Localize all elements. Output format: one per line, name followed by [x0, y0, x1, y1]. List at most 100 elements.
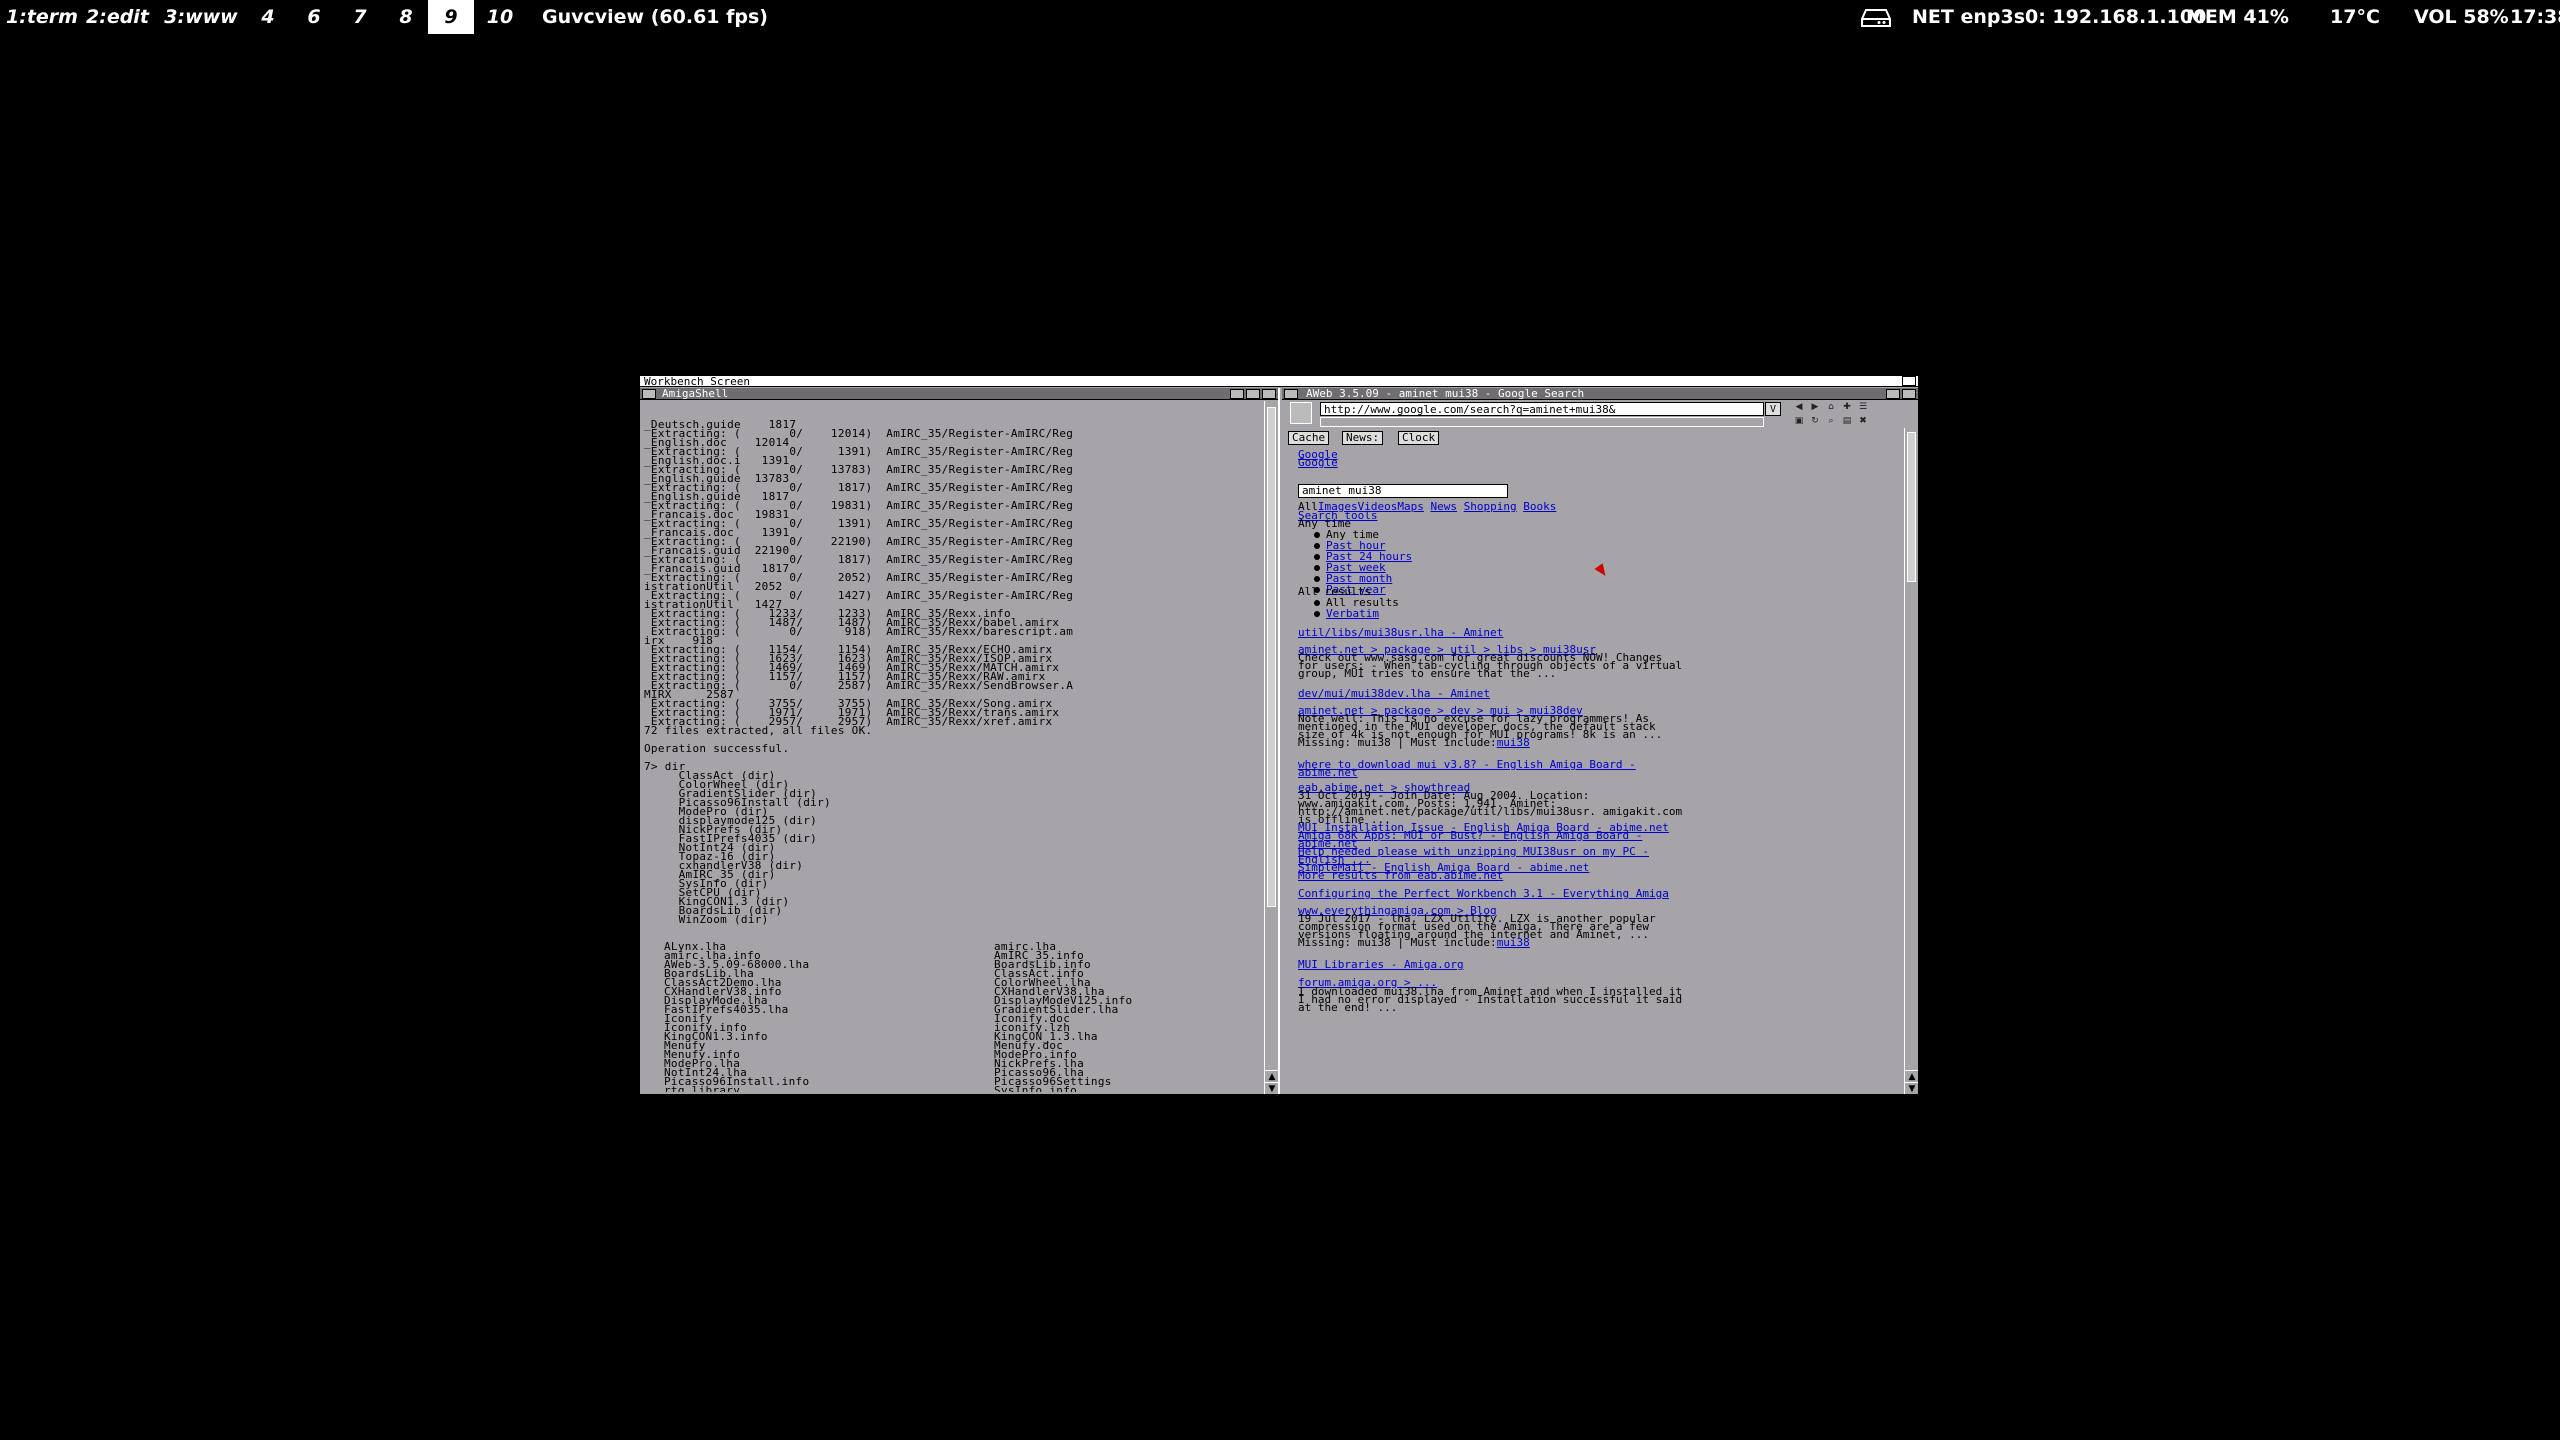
bullet-icon [1314, 611, 1320, 617]
shell-scroll-knob[interactable] [1267, 407, 1276, 907]
memory-status: MEM 41% [2186, 6, 2289, 28]
volume-status: VOL 58% [2414, 6, 2509, 28]
bullet-icon [1314, 543, 1320, 549]
result-filter-option: All results [1314, 597, 1399, 608]
shell-line: Extracting: ( 0/ 918) AmIRC_35/Rexx/bare… [644, 625, 1074, 638]
forward-icon[interactable]: ▶ [1808, 402, 1822, 412]
temperature-status: 17°C [2330, 6, 2380, 28]
shell-close-gadget[interactable] [642, 389, 656, 399]
shell-lines: _Deutsch.guide 1817 Extracting: ( 0/ 120… [644, 419, 1262, 925]
dir-listing-row: KingCON1.3.info KingCON_1.3.lha [644, 1031, 1262, 1042]
google-search-input[interactable]: aminet mui38 [1298, 484, 1508, 498]
reload-icon[interactable]: ↻ [1808, 416, 1822, 426]
result-5-snippet-3: at the end! ... [1298, 1001, 1398, 1014]
add-hotlist-icon[interactable]: ✚ [1840, 402, 1854, 412]
aweb-throbber-icon[interactable] [1290, 402, 1312, 424]
shell-depth-gadget[interactable] [1246, 389, 1260, 399]
image-toggle-icon[interactable]: ▣ [1792, 416, 1806, 426]
shell-scroll-down-arrow[interactable]: ▼ [1265, 1082, 1279, 1094]
shell-line: Operation successful. [644, 742, 790, 755]
bullet-icon [1314, 565, 1320, 571]
browser-titlebar[interactable]: AWeb 3.5.09 - aminet mui38 - Google Sear… [1282, 388, 1918, 400]
time-filter-option: Any time [1314, 529, 1379, 540]
browser-title: AWeb 3.5.09 - aminet mui38 - Google Sear… [1306, 387, 1585, 400]
time-filter-option[interactable]: Past hour [1314, 540, 1386, 551]
amiga-shell-window[interactable]: AmigaShell _Deutsch.guide 1817 Extractin… [640, 388, 1280, 1094]
result-1-title[interactable]: util/libs/mui38usr.lha - Aminet [1298, 627, 1503, 638]
workspace-10[interactable]: 10 [484, 0, 516, 34]
workspace-1-term[interactable]: 1:term [6, 0, 78, 34]
result-2-missing-text: Missing: mui38 | Must include: [1298, 736, 1497, 749]
dir-file-right: SysInfo.info [994, 1084, 1078, 1092]
result-4-title[interactable]: Configuring the Perfect Workbench 3.1 - … [1298, 888, 1669, 899]
home-icon[interactable]: ⌂ [1824, 402, 1838, 412]
workspace-2-edit[interactable]: 2:edit [86, 0, 149, 34]
url-history-dropdown[interactable]: V [1765, 402, 1781, 416]
time-filter-option[interactable]: Past week [1314, 562, 1386, 573]
status-field [1320, 417, 1764, 427]
bullet-icon [1314, 554, 1320, 560]
nav-maps[interactable]: Maps [1397, 500, 1424, 513]
result-2-title[interactable]: dev/mui/mui38dev.lha - Aminet [1298, 688, 1490, 699]
workspace-8[interactable]: 8 [392, 0, 420, 34]
result-filter-label: Verbatim [1326, 607, 1379, 620]
result-4-missing-link[interactable]: mui38 [1497, 936, 1530, 949]
nav-news[interactable]: News [1431, 500, 1458, 513]
url-input[interactable]: http://www.google.com/search?q=aminet+mu… [1320, 402, 1764, 416]
bullet-icon [1314, 532, 1320, 538]
browser-scroll-up-arrow[interactable]: ▲ [1905, 1070, 1918, 1082]
bullet-icon [1314, 576, 1320, 582]
result-filter-option[interactable]: Verbatim [1314, 607, 1379, 620]
time-filter-option[interactable]: Past 24 hours [1314, 551, 1412, 562]
workspace-4[interactable]: 4 [254, 0, 282, 34]
workspace-7[interactable]: 7 [346, 0, 374, 34]
google-home-link[interactable]: Google [1298, 457, 1338, 468]
shell-output[interactable]: _Deutsch.guide 1817 Extracting: ( 0/ 120… [644, 402, 1262, 1092]
result-5-title[interactable]: MUI Libraries - Amiga.org [1298, 959, 1464, 970]
screen-title-bar: Workbench Screen [640, 376, 1918, 387]
shell-title: AmigaShell [662, 387, 729, 400]
screen-depth-gadget[interactable] [1902, 376, 1916, 386]
dir-listing: ALynx.lha amirc.lha amirc.lha.info AmIRC_35… [644, 941, 1262, 1092]
shell-titlebar[interactable]: AmigaShell [640, 388, 1278, 400]
hotlist-button-clock[interactable]: Clock [1398, 431, 1440, 445]
result-3-title-2[interactable]: abime.net [1298, 767, 1358, 778]
workspace-6[interactable]: 6 [300, 0, 328, 34]
search-icon[interactable]: ⌕ [1824, 416, 1838, 426]
back-icon[interactable]: ◀ [1792, 402, 1806, 412]
amiga-workbench-screen: Workbench Screen AmigaShell _Deutsch.gui… [640, 376, 1918, 1094]
i3-status-bar: 1:term 2:edit 3:www 4 6 7 8 9 10 Guvcvie… [0, 0, 2560, 34]
workspace-3-www[interactable]: 3:www [162, 0, 240, 34]
browser-depth-gadget[interactable] [1902, 389, 1916, 399]
focused-window-title: Guvcview (60.61 fps) [542, 6, 768, 28]
stop-icon[interactable]: ✖ [1856, 416, 1870, 426]
browser-scroll-knob[interactable] [1907, 432, 1916, 582]
shell-scroll-up-arrow[interactable]: ▲ [1265, 1070, 1279, 1082]
result-4-missing: Missing: mui38 | Must include:mui38 [1298, 936, 1530, 949]
shell-zoom-gadget[interactable] [1230, 389, 1244, 399]
browser-scrollbar[interactable]: ▲ ▼ [1904, 428, 1918, 1094]
page-content: Google Google aminet mui38 AllImagesVide… [1288, 448, 1898, 1088]
browser-scroll-down-arrow[interactable]: ▼ [1905, 1082, 1918, 1094]
hard-drive-icon [1861, 9, 1891, 27]
print-icon[interactable]: ▤ [1840, 416, 1854, 426]
result-1-snippet-3: group, MUI tries to ensure that the ... [1298, 667, 1557, 680]
aweb-browser-window[interactable]: AWeb 3.5.09 - aminet mui38 - Google Sear… [1282, 388, 1918, 1094]
time-filter-option[interactable]: Past month [1314, 573, 1392, 584]
dir-listing-row: rtg.library SysInfo.info [644, 1084, 1262, 1092]
dir-file-left: rtg.library [664, 1084, 741, 1092]
hotlist-icon[interactable]: ☰ [1856, 402, 1870, 412]
nav-shopping[interactable]: Shopping [1464, 500, 1517, 513]
hotlist-button-news[interactable]: News: [1342, 431, 1384, 445]
nav-books[interactable]: Books [1523, 500, 1556, 513]
browser-zoom-gadget[interactable] [1886, 389, 1900, 399]
shell-iconify-gadget[interactable] [1262, 389, 1276, 399]
result-4-missing-text: Missing: mui38 | Must include: [1298, 936, 1497, 949]
any-time-heading: Any time [1298, 517, 1351, 530]
hotlist-button-cache[interactable]: Cache [1288, 431, 1330, 445]
workspace-9-active[interactable]: 9 [428, 0, 474, 34]
shell-scrollbar[interactable]: ▲ ▼ [1264, 401, 1279, 1094]
result-3-more-link[interactable]: More results from eab.abime.net [1298, 870, 1503, 881]
browser-close-gadget[interactable] [1284, 389, 1298, 399]
result-2-missing-link[interactable]: mui38 [1497, 736, 1530, 749]
